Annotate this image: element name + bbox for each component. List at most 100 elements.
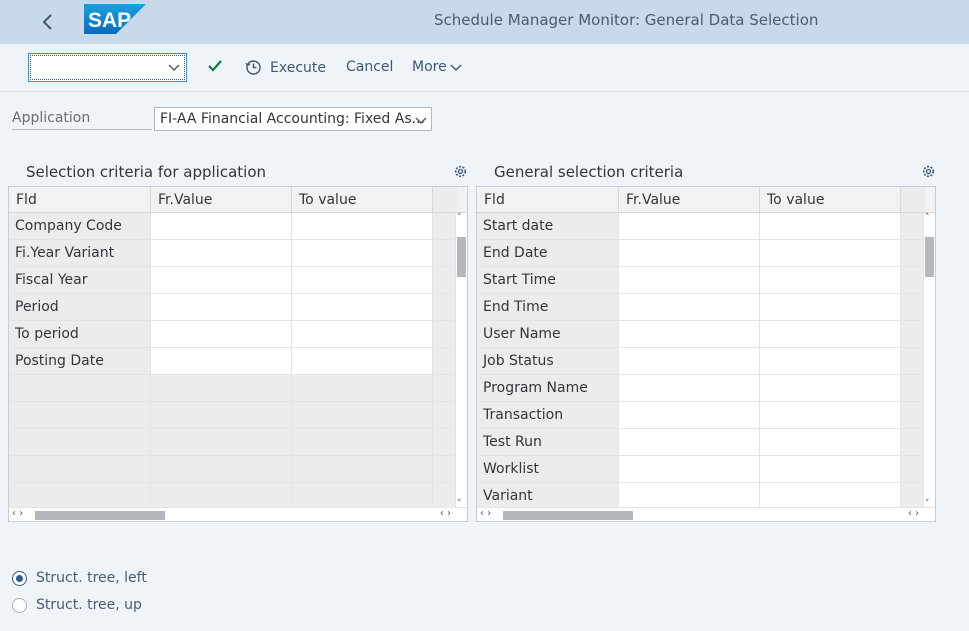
table-row: Company Code [9,213,467,240]
scroll-thumb[interactable] [503,511,633,520]
table-row: Variant [477,483,935,510]
from-value-input[interactable] [619,213,760,239]
from-value-input[interactable] [619,402,760,428]
vertical-scrollbar[interactable]: ˄ ˅ [455,213,467,509]
to-value-input[interactable] [760,402,901,428]
sap-logo: SAP [84,4,146,38]
from-value-input[interactable] [619,483,760,509]
scroll-thumb[interactable] [457,237,466,277]
column-header-to-value[interactable]: To value [760,187,901,212]
field-name-cell: Fi.Year Variant [9,240,151,266]
scroll-right-icon[interactable]: ‹ › [908,508,919,519]
application-select[interactable]: FI-AA Financial Accounting: Fixed As... [154,107,432,131]
horizontal-scrollbar[interactable]: ‹ › ‹ › [9,507,467,521]
column-header-fld[interactable]: Fld [477,187,619,212]
scroll-thumb[interactable] [35,511,165,520]
chevron-down-icon [168,64,180,71]
scroll-left-icon[interactable]: ‹ › [12,508,23,519]
execute-label: Execute [270,59,326,76]
to-value-input[interactable] [760,348,901,374]
column-header-from-value[interactable]: Fr.Value [619,187,760,212]
field-name-cell: Worklist [477,456,619,482]
from-value-input[interactable] [619,456,760,482]
command-field-dropdown[interactable] [28,53,187,82]
from-value-input[interactable] [619,321,760,347]
application-value: FI-AA Financial Accounting: Fixed As... [160,111,425,127]
field-name-cell: Program Name [477,375,619,401]
right-panel-settings-button[interactable] [922,165,935,182]
from-value-input[interactable] [151,294,292,320]
field-name-cell: User Name [477,321,619,347]
from-value-input[interactable] [619,348,760,374]
radio-button[interactable] [12,570,27,586]
table-row: Fi.Year Variant [9,240,467,267]
from-value-input [151,429,292,455]
back-button[interactable] [34,8,62,36]
field-name-cell: Variant [477,483,619,509]
to-value-input[interactable] [292,240,433,266]
from-value-input[interactable] [619,294,760,320]
execute-button[interactable]: Execute [245,59,326,76]
from-value-input[interactable] [619,240,760,266]
column-header-from-value[interactable]: Fr.Value [151,187,292,212]
radio-struct-tree-up[interactable]: Struct. tree, up [12,597,142,613]
field-name-cell: Transaction [477,402,619,428]
from-value-input[interactable] [619,267,760,293]
table-row [9,375,467,402]
field-name-cell: To period [9,321,151,347]
to-value-input[interactable] [760,213,901,239]
from-value-input[interactable] [619,375,760,401]
to-value-input[interactable] [760,429,901,455]
from-value-input [151,402,292,428]
to-value-input[interactable] [760,375,901,401]
column-header-fld[interactable]: Fld [9,187,151,212]
table-header: Fld Fr.Value To value [477,187,935,213]
table-row [9,429,467,456]
to-value-input[interactable] [292,213,433,239]
to-value-input[interactable] [292,348,433,374]
to-value-input [292,375,433,401]
radio-button[interactable] [12,597,27,613]
field-name-cell [9,429,151,455]
from-value-input[interactable] [151,213,292,239]
to-value-input [292,429,433,455]
to-value-input[interactable] [292,267,433,293]
table-row [9,402,467,429]
confirm-check-button[interactable] [207,59,223,77]
to-value-input[interactable] [760,456,901,482]
scroll-thumb[interactable] [925,237,934,277]
column-header-to-value[interactable]: To value [292,187,433,212]
from-value-input[interactable] [151,267,292,293]
more-menu-button[interactable]: More [412,59,462,75]
scroll-up-icon[interactable]: ˄ [457,213,462,223]
table-row: Start Time [477,267,935,294]
scroll-left-icon[interactable]: ‹ › [480,508,491,519]
vertical-scrollbar[interactable]: ˄ ˅ [923,213,935,509]
to-value-input[interactable] [292,294,433,320]
page-title: Schedule Manager Monitor: General Data S… [434,11,819,29]
to-value-input[interactable] [760,294,901,320]
horizontal-scrollbar[interactable]: ‹ › ‹ › [477,507,935,521]
table-row: Job Status [477,348,935,375]
from-value-input[interactable] [151,321,292,347]
to-value-input[interactable] [760,267,901,293]
scroll-right-icon[interactable]: ‹ › [440,508,451,519]
cancel-button[interactable]: Cancel [346,59,393,75]
to-value-input[interactable] [760,240,901,266]
field-name-cell: End Date [477,240,619,266]
field-name-cell [9,375,151,401]
from-value-input[interactable] [619,429,760,455]
to-value-input[interactable] [760,321,901,347]
from-value-input[interactable] [151,240,292,266]
table-row: End Date [477,240,935,267]
left-panel-settings-button[interactable] [454,165,467,182]
from-value-input [151,375,292,401]
to-value-input[interactable] [292,321,433,347]
radio-struct-tree-left[interactable]: Struct. tree, left [12,570,147,586]
chevron-down-icon [415,117,427,124]
to-value-input[interactable] [760,483,901,509]
field-name-cell: End Time [477,294,619,320]
field-name-cell: Fiscal Year [9,267,151,293]
from-value-input[interactable] [151,348,292,374]
scroll-up-icon[interactable]: ˄ [925,213,930,223]
